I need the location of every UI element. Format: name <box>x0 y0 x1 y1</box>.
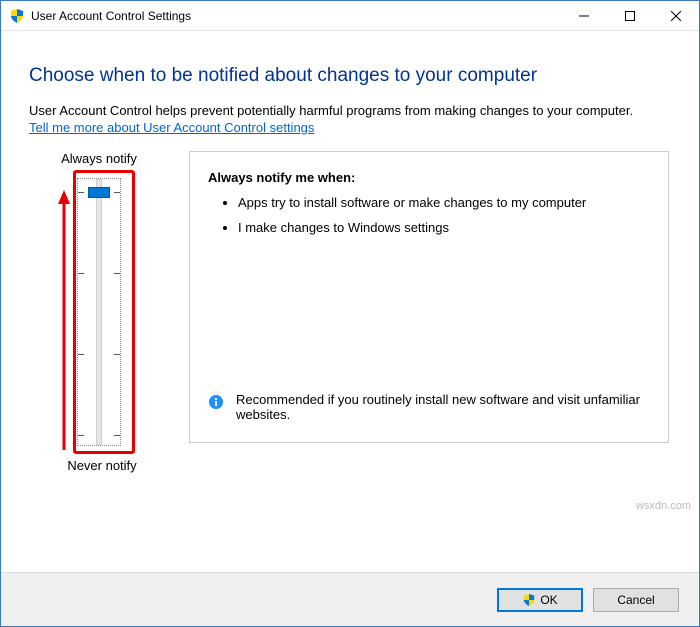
info-list-item: I make changes to Windows settings <box>238 220 650 235</box>
uac-shield-icon <box>9 8 25 24</box>
ok-button-label: OK <box>540 593 557 607</box>
close-button[interactable] <box>653 1 699 30</box>
cancel-button[interactable]: Cancel <box>593 588 679 612</box>
titlebar: User Account Control Settings <box>1 1 699 31</box>
button-bar: OK Cancel <box>1 572 699 626</box>
info-list-item: Apps try to install software or make cha… <box>238 195 650 210</box>
recommendation-row: Recommended if you routinely install new… <box>208 392 650 422</box>
minimize-button[interactable] <box>561 1 607 30</box>
main-area: Always notify N <box>29 151 671 473</box>
slider-label-always: Always notify <box>61 151 137 166</box>
info-icon <box>208 394 224 413</box>
info-panel-list: Apps try to install software or make cha… <box>208 195 650 235</box>
slider-thumb[interactable] <box>88 187 110 198</box>
slider-column: Always notify N <box>29 151 169 473</box>
notification-level-slider[interactable] <box>77 178 121 446</box>
window-controls <box>561 1 699 30</box>
ok-button[interactable]: OK <box>497 588 583 612</box>
maximize-button[interactable] <box>607 1 653 30</box>
slider-label-never: Never notify <box>67 458 136 473</box>
info-panel: Always notify me when: Apps try to insta… <box>189 151 669 443</box>
uac-settings-window: User Account Control Settings Choose whe… <box>0 0 700 627</box>
page-heading: Choose when to be notified about changes… <box>29 65 671 87</box>
recommendation-text: Recommended if you routinely install new… <box>236 392 650 422</box>
watermark: wsxdn.com <box>636 500 691 512</box>
info-panel-title: Always notify me when: <box>208 170 650 185</box>
learn-more-link[interactable]: Tell me more about User Account Control … <box>29 120 314 135</box>
shield-icon <box>522 593 536 607</box>
window-title: User Account Control Settings <box>31 9 561 23</box>
annotation-arrow-icon <box>57 190 71 454</box>
cancel-button-label: Cancel <box>617 593 654 607</box>
content-area: Choose when to be notified about changes… <box>1 31 699 572</box>
slider-wrap <box>59 172 139 452</box>
page-description: User Account Control helps prevent poten… <box>29 103 671 118</box>
